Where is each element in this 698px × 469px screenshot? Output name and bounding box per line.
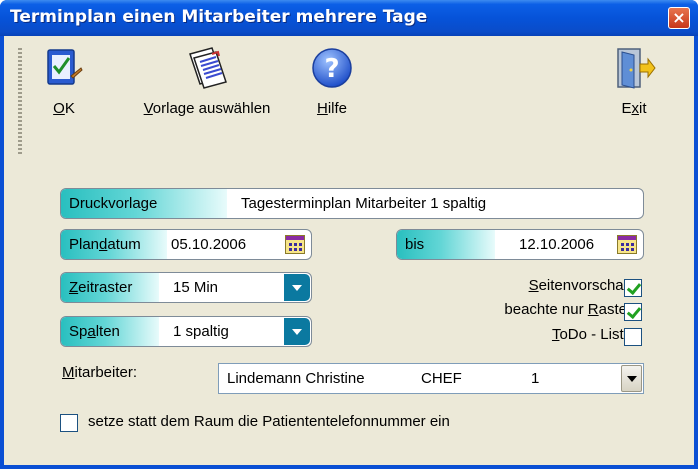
dialog-client-area: OK Vorlage auswählen ? Hilfe Exit Druckv… — [4, 36, 694, 465]
mitarbeiter-name: Lindemann Christine — [227, 370, 365, 387]
help-icon: ? — [312, 48, 352, 88]
zeitraster-caption: Zeitraster — [61, 273, 159, 302]
close-button[interactable]: × — [668, 7, 690, 29]
mitarbeiter-label: Mitarbeiter: — [62, 364, 138, 381]
spalten-dropdown[interactable]: Spalten 1 spaltig — [60, 316, 312, 347]
bis-caption: bis — [397, 230, 495, 259]
bis-field[interactable]: bis 12.10.2006 — [396, 229, 644, 260]
chevron-down-icon[interactable] — [621, 365, 642, 392]
todo-checkbox[interactable] — [624, 328, 642, 346]
checklist-icon — [47, 49, 83, 85]
toolbar-grip[interactable] — [18, 48, 22, 154]
hilfe-button[interactable]: ? Hilfe — [310, 46, 354, 117]
calendar-icon[interactable] — [617, 235, 637, 254]
spalten-caption: Spalten — [61, 317, 159, 346]
chevron-down-icon[interactable] — [284, 318, 310, 345]
plandatum-caption: Plandatum — [61, 230, 167, 259]
druckvorlage-value: Tagesterminplan Mitarbeiter 1 spaltig — [241, 195, 487, 212]
plandatum-field[interactable]: Plandatum 05.10.2006 — [60, 229, 312, 260]
nur-raster-label[interactable]: beachte nur Raster — [504, 301, 632, 318]
documents-icon — [189, 47, 227, 89]
title-bar[interactable]: Terminplan einen Mitarbeiter mehrere Tag… — [0, 0, 698, 36]
close-icon: × — [672, 8, 686, 27]
druckvorlage-field[interactable]: Druckvorlage Tagesterminplan Mitarbeiter… — [60, 188, 644, 219]
todo-label[interactable]: ToDo - Liste — [552, 326, 632, 343]
zeitraster-value: 15 Min — [173, 279, 219, 296]
exit-door-icon — [617, 48, 656, 89]
toolbar: OK Vorlage auswählen ? Hilfe Exit — [4, 36, 694, 156]
ok-label: OK — [53, 100, 75, 117]
vorlage-label: Vorlage auswählen — [143, 100, 271, 117]
window-title: Terminplan einen Mitarbeiter mehrere Tag… — [10, 7, 428, 27]
chevron-down-icon[interactable] — [284, 274, 310, 301]
exit-button[interactable]: Exit — [612, 46, 656, 117]
mitarbeiter-select[interactable]: Lindemann Christine CHEF 1 — [218, 363, 644, 394]
bis-value[interactable]: 12.10.2006 — [519, 230, 594, 259]
nur-raster-checkbox[interactable] — [624, 303, 642, 321]
telefon-checkbox[interactable] — [60, 414, 78, 432]
dialog-window: Terminplan einen Mitarbeiter mehrere Tag… — [0, 0, 698, 469]
hilfe-label: Hilfe — [316, 100, 348, 117]
spalten-value: 1 spaltig — [173, 323, 229, 340]
ok-button[interactable]: OK — [44, 46, 84, 117]
mitarbeiter-kuerzel: CHEF — [421, 370, 462, 387]
vorlage-auswaehlen-button[interactable]: Vorlage auswählen — [122, 46, 292, 117]
calendar-icon[interactable] — [285, 235, 305, 254]
svg-text:?: ? — [324, 54, 339, 84]
seitenvorschau-checkbox[interactable] — [624, 279, 642, 297]
plandatum-value[interactable]: 05.10.2006 — [171, 230, 246, 259]
zeitraster-dropdown[interactable]: Zeitraster 15 Min — [60, 272, 312, 303]
seitenvorschau-label[interactable]: Seitenvorschau — [529, 277, 632, 294]
mitarbeiter-nr: 1 — [531, 370, 540, 387]
druckvorlage-caption: Druckvorlage — [61, 189, 227, 218]
telefon-label[interactable]: setze statt dem Raum die Patiententelefo… — [88, 413, 450, 430]
exit-label: Exit — [621, 100, 647, 117]
